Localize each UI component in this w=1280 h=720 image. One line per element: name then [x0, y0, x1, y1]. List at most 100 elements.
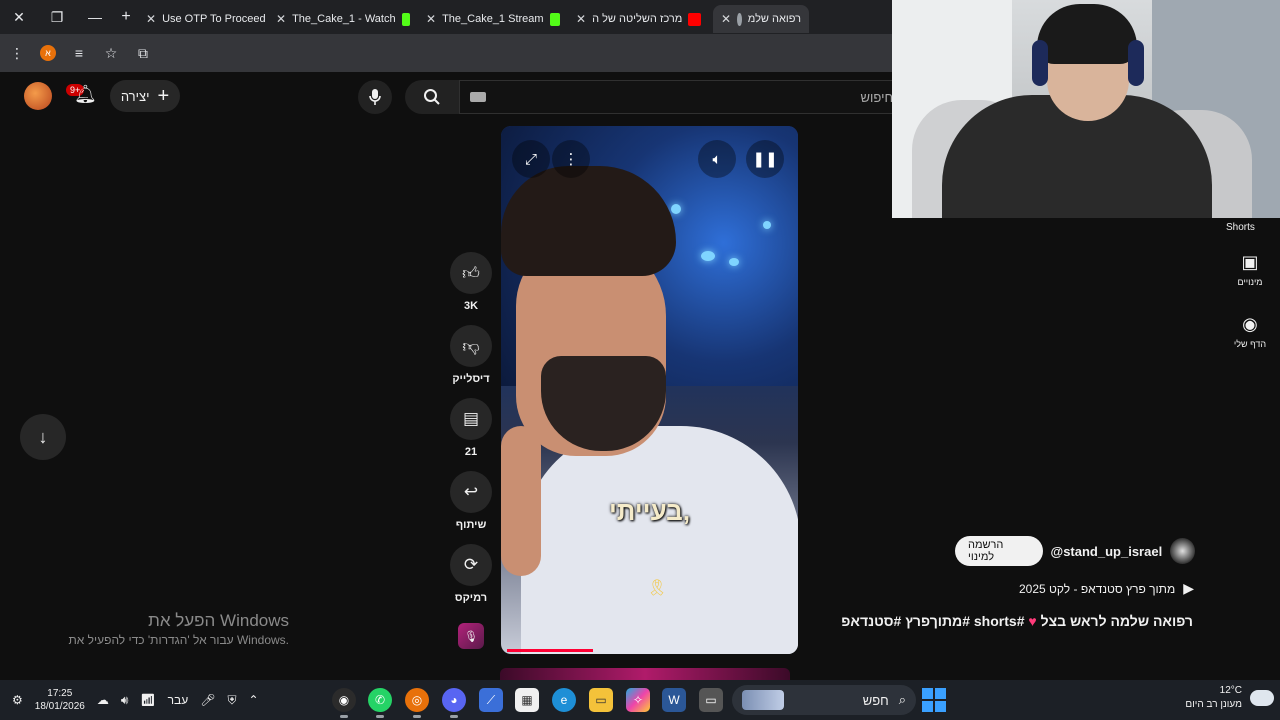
- channel-avatar[interactable]: [1170, 538, 1195, 564]
- minimize-window-button[interactable]: —: [76, 0, 114, 34]
- shorts-actions: 👍︎ 3K 👎︎ דיסלייק ▤ 21 ↩ שיתוף ⟳ רמיקס 🎙︎: [448, 252, 494, 649]
- bookmark-star-icon[interactable]: ☆: [102, 45, 120, 62]
- tab-studio[interactable]: ✕ מרכז השליטה של ה: [568, 5, 713, 33]
- close-window-button[interactable]: ✕: [0, 0, 38, 34]
- new-tab-button[interactable]: +: [114, 8, 138, 26]
- channel-row: @stand_up_israel הרשמה למינוי: [955, 536, 1195, 566]
- edge-icon[interactable]: e: [552, 688, 576, 712]
- sidebar-item-shorts[interactable]: Shorts: [1226, 222, 1255, 233]
- dislike-button[interactable]: 👎︎: [450, 325, 492, 367]
- sound-thumbnail[interactable]: 🎙︎: [458, 623, 484, 649]
- clock[interactable]: 17:25 18/01/2026: [35, 687, 85, 713]
- share-button[interactable]: ↩: [450, 471, 492, 513]
- sidebar-item-label: מינויים: [1237, 276, 1263, 287]
- discord-icon[interactable]: ◕: [442, 688, 466, 718]
- close-icon[interactable]: ✕: [146, 12, 156, 26]
- word-icon[interactable]: W: [662, 688, 686, 712]
- install-app-icon[interactable]: ⧉: [134, 45, 152, 62]
- tab-otp[interactable]: ✕ Use OTP To Proceed: [138, 5, 268, 33]
- more-options-button[interactable]: ⋮: [552, 140, 590, 178]
- store-icon[interactable]: ▦: [515, 688, 539, 712]
- search-button[interactable]: [405, 80, 459, 114]
- next-short-preview[interactable]: [500, 668, 790, 680]
- close-icon[interactable]: ✕: [426, 12, 436, 26]
- taskbar-search[interactable]: ⌕ חפש: [732, 685, 916, 715]
- like-button[interactable]: 👍︎: [450, 252, 492, 294]
- comment-icon: ▤: [462, 409, 480, 428]
- extension-icon[interactable]: א: [40, 45, 56, 61]
- visual-studio-icon[interactable]: ⟋: [479, 688, 503, 712]
- dislike-action: 👎︎ דיסלייק: [450, 325, 492, 385]
- channel-name[interactable]: @stand_up_israel: [1051, 544, 1163, 559]
- clock-date: 18/01/2026: [34, 701, 85, 712]
- language-indicator[interactable]: עבר: [168, 693, 189, 707]
- close-icon[interactable]: ✕: [721, 12, 731, 26]
- copilot-icon[interactable]: ✧: [626, 688, 650, 712]
- plus-icon: +: [157, 85, 170, 107]
- subscribe-button[interactable]: הרשמה למינוי: [955, 536, 1043, 566]
- remix-icon: ⟳: [463, 555, 479, 574]
- wifi-icon[interactable]: 📶︎: [140, 693, 155, 707]
- weather-widget[interactable]: 12°C מעונן רב היום: [1185, 684, 1274, 712]
- start-button[interactable]: [922, 688, 946, 712]
- microphone-icon: [369, 89, 381, 105]
- sidebar-item-you[interactable]: ◉ הדף שלי: [1220, 300, 1280, 362]
- close-icon[interactable]: ✕: [576, 12, 586, 26]
- obs-icon[interactable]: ◉: [332, 688, 356, 718]
- weather-text: 12°C מעונן רב היום: [1185, 684, 1242, 712]
- pause-icon: ❚❚: [752, 151, 778, 168]
- keyboard-icon[interactable]: [470, 92, 486, 102]
- search-input[interactable]: חיפוש: [459, 80, 899, 114]
- sidebar-item-subscriptions[interactable]: ▣ מינויים: [1220, 238, 1280, 300]
- tab-cake-watch[interactable]: ✕ The_Cake_1 - Watch: [268, 5, 418, 33]
- youtube-icon: [688, 12, 702, 26]
- account-avatar[interactable]: [24, 82, 52, 110]
- video-controls: ⤢ ⋮ 🔈︎ ❚❚: [501, 140, 798, 180]
- chrome-icon[interactable]: ◎: [405, 688, 429, 718]
- like-action: 👍︎ 3K: [450, 252, 492, 312]
- vpn-icon[interactable]: ⛨: [227, 693, 236, 708]
- file-explorer-icon[interactable]: ▭: [589, 688, 613, 712]
- tab-title: Use OTP To Proceed: [162, 13, 266, 25]
- close-icon[interactable]: ✕: [276, 12, 286, 26]
- onedrive-icon[interactable]: ☁: [97, 693, 109, 707]
- system-tray: ⚙ 17:25 18/01/2026 ☁ 🔊︎ 📶︎ עבר 🎤︎ ⛨ ⌃: [12, 684, 259, 716]
- video-progress-bar[interactable]: [507, 649, 593, 652]
- fullscreen-button[interactable]: ⤢: [512, 140, 550, 178]
- play-icon: ▶: [1183, 580, 1194, 596]
- window-icon[interactable]: ▭: [699, 688, 723, 712]
- settings-gear-icon[interactable]: ⚙: [12, 693, 23, 707]
- whatsapp-icon[interactable]: ✆: [368, 688, 392, 718]
- pause-button[interactable]: ❚❚: [746, 140, 784, 178]
- windows-logo-icon: [922, 688, 933, 699]
- music-row[interactable]: מתוך פרץ סטנדאפ - לקט 2025 ▶: [1019, 580, 1194, 597]
- music-label: מתוך פרץ סטנדאפ - לקט 2025: [1018, 581, 1176, 596]
- bell-icon[interactable]: 🔔︎: [74, 84, 97, 105]
- title-main: רפואה שלמה לראש בצל: [1040, 613, 1193, 629]
- voice-search-button[interactable]: [358, 80, 392, 114]
- comments-button[interactable]: ▤: [450, 398, 492, 440]
- thumbs-up-icon: 👍︎: [462, 263, 480, 283]
- windows-taskbar: ⚙ 17:25 18/01/2026 ☁ 🔊︎ 📶︎ עבר 🎤︎ ⛨ ⌃ ◉ …: [0, 680, 1280, 720]
- stage-light: [701, 251, 715, 261]
- volume-icon[interactable]: 🔊︎: [121, 693, 129, 708]
- kick-icon: [549, 12, 560, 26]
- shorts-video-player[interactable]: בעייתי, 🎗︎ ⤢ ⋮ 🔈︎ ❚❚: [501, 126, 798, 654]
- taskbar-search-label: חפש: [862, 692, 889, 708]
- ribbon-pin-icon: 🎗︎: [647, 580, 668, 597]
- thumbs-down-icon: 👎︎: [462, 336, 480, 356]
- tab-shorts-active[interactable]: ✕ רפואה שלמ: [713, 5, 809, 33]
- tab-cake-stream[interactable]: ✕ The_Cake_1 Stream: [418, 5, 568, 33]
- microphone-icon[interactable]: 🎤︎: [200, 693, 215, 707]
- menu-dots-icon[interactable]: ⋮: [8, 45, 26, 62]
- volume-button[interactable]: 🔈︎: [698, 140, 736, 178]
- next-short-button[interactable]: ↓: [20, 414, 66, 460]
- title-tags[interactable]: #shorts #מתוךפרץ #סטנדאפ: [841, 613, 1024, 629]
- create-button[interactable]: יצירה +: [110, 80, 180, 112]
- restore-window-button[interactable]: ❐: [38, 0, 76, 34]
- remix-button[interactable]: ⟳: [450, 544, 492, 586]
- chevron-up-icon[interactable]: ⌃: [248, 693, 258, 707]
- reading-list-icon[interactable]: ≡: [70, 45, 88, 61]
- share-label: שיתוף: [455, 519, 487, 531]
- share-action: ↩ שיתוף: [450, 471, 492, 531]
